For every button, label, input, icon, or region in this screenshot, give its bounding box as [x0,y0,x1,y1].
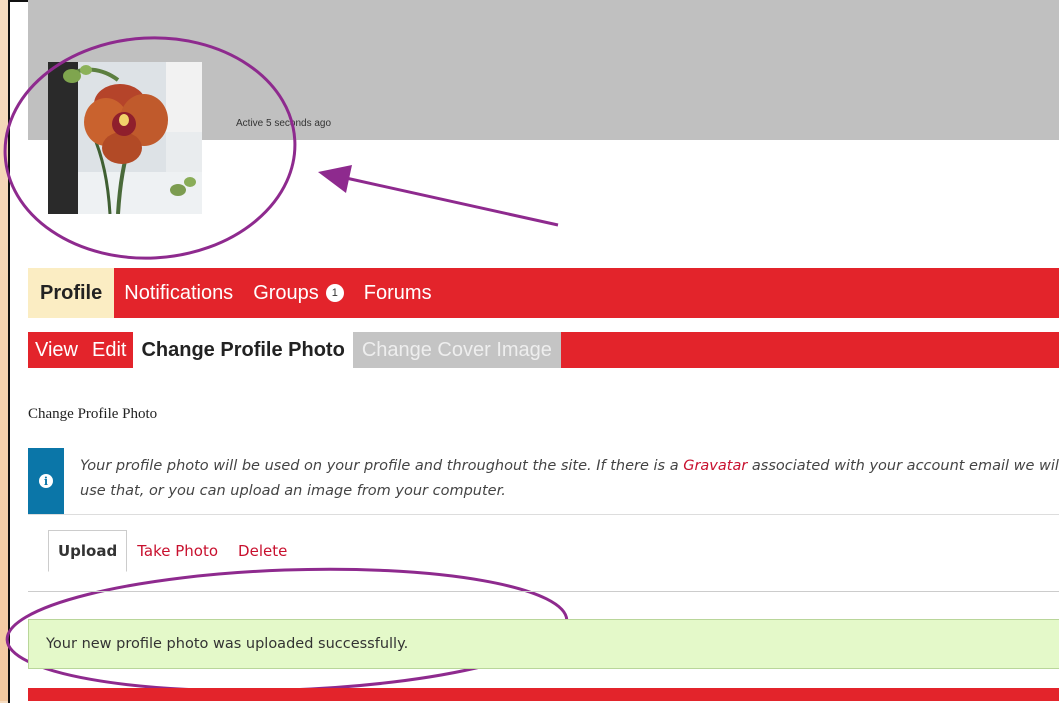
tab-delete[interactable]: Delete [228,530,297,572]
groups-count-badge: 1 [325,284,344,302]
info-message: Your profile photo will be used on your … [80,454,1059,504]
page-title: Change Profile Photo [28,406,158,422]
nav-item-groups[interactable]: Groups 1 [243,268,354,318]
tab-upload[interactable]: Upload [48,530,128,572]
nav-item-profile[interactable]: Profile [28,268,115,318]
nav-item-forums[interactable]: Forums [354,268,442,318]
gravatar-link[interactable]: Gravatar [683,458,747,474]
subnav-item-change-cover-image[interactable]: Change Cover Image [352,332,561,368]
photo-tabs: Upload Take Photo Delete [48,530,297,572]
subnav-item-view[interactable]: View [28,332,85,368]
success-message: Your new profile photo was uploaded succ… [28,619,1059,669]
footer-bar [28,688,1059,701]
nav-item-notifications[interactable]: Notifications [114,268,243,318]
subnav-item-change-profile-photo[interactable]: Change Profile Photo [133,332,353,368]
primary-nav: Profile Notifications Groups 1 Forums [28,268,1059,318]
secondary-nav: View Edit Change Profile Photo Change Co… [28,332,1059,368]
last-active-text: Active 5 seconds ago [236,118,332,129]
nav-item-groups-label: Groups [253,281,319,304]
info-icon-block: i [28,448,64,514]
orchid-photo [48,62,202,214]
info-notice: i Your profile photo will be used on you… [28,448,1059,515]
info-icon: i [39,474,53,488]
tab-take-photo[interactable]: Take Photo [127,530,228,572]
tab-divider [28,591,1059,592]
profile-avatar[interactable] [48,62,202,214]
info-message-text-1: Your profile photo will be used on your … [80,458,684,474]
subnav-item-edit[interactable]: Edit [85,332,133,368]
